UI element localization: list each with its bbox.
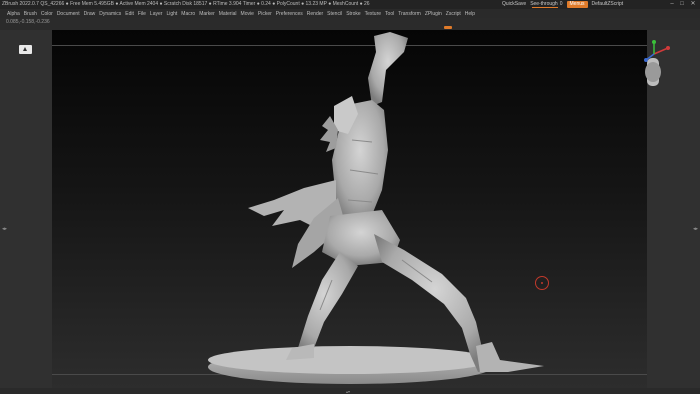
menu-preferences[interactable]: Preferences <box>276 11 303 17</box>
gizmo-x-axis <box>653 47 669 55</box>
menus-button[interactable]: Menus <box>566 1 588 8</box>
seethrough-bar <box>532 7 558 8</box>
menu-movie[interactable]: Movie <box>241 11 254 17</box>
menu-marker[interactable]: Marker <box>199 11 215 17</box>
menu-stencil[interactable]: Stencil <box>327 11 342 17</box>
bottom-tray-grip[interactable]: ▴▾ <box>346 389 350 394</box>
left-tray[interactable]: ◂▸ <box>0 30 52 394</box>
menu-brush[interactable]: Brush <box>24 11 37 17</box>
menu-file[interactable]: File <box>138 11 146 17</box>
menu-draw[interactable]: Draw <box>84 11 96 17</box>
menu-layer[interactable]: Layer <box>150 11 163 17</box>
menu-texture[interactable]: Texture <box>365 11 381 17</box>
menu-bar: Alpha Brush Color Document Draw Dynamics… <box>0 9 700 18</box>
menu-help[interactable]: Help <box>465 11 475 17</box>
menu-light[interactable]: Light <box>166 11 177 17</box>
menu-stroke[interactable]: Stroke <box>346 11 360 17</box>
right-tray-divider[interactable]: ◂▸ <box>693 226 698 232</box>
seethrough-value: 0 <box>559 1 563 7</box>
menu-picker[interactable]: Picker <box>258 11 272 17</box>
model-base-top <box>208 346 492 374</box>
model-arm <box>368 32 408 106</box>
menu-color[interactable]: Color <box>41 11 53 17</box>
doc-icon[interactable] <box>19 45 32 54</box>
default-zscript-button[interactable]: DefaultZScript <box>592 0 624 9</box>
left-tray-divider[interactable]: ◂▸ <box>2 226 7 232</box>
menu-material[interactable]: Material <box>219 11 237 17</box>
menu-edit[interactable]: Edit <box>125 11 134 17</box>
model-boot-right <box>476 342 544 372</box>
menu-alpha[interactable]: Alpha <box>7 11 20 17</box>
close-button[interactable]: ✕ <box>688 0 698 9</box>
title-bar: ZBrush 2022.0.7 QS_42266 ● Free Mem 5.49… <box>0 0 700 9</box>
menu-macro[interactable]: Macro <box>181 11 195 17</box>
title-right-controls: QuickSave See-through 0 Menus DefaultZSc… <box>502 0 623 9</box>
quicksave-button[interactable]: QuickSave <box>502 0 526 9</box>
menu-render[interactable]: Render <box>307 11 323 17</box>
menu-zscript[interactable]: Zscript <box>446 11 461 17</box>
model-leg-left <box>290 252 358 358</box>
bottom-tray[interactable]: ▴▾ <box>0 388 700 394</box>
gizmo-icon[interactable] <box>640 40 684 92</box>
top-shelf <box>0 18 700 30</box>
menu-document[interactable]: Document <box>57 11 80 17</box>
sculpt-model[interactable] <box>52 30 647 388</box>
menu-tool[interactable]: Tool <box>385 11 394 17</box>
minimize-button[interactable]: – <box>667 0 677 9</box>
cursor-coordinates: 0.085,-0.158,-0.236 <box>6 19 50 25</box>
gizmo-figure-body <box>645 62 661 82</box>
menu-zplugin[interactable]: ZPlugin <box>425 11 442 17</box>
gizmo-y-dot <box>652 40 656 44</box>
title-stats: ZBrush 2022.0.7 QS_42266 ● Free Mem 5.49… <box>2 1 370 7</box>
draw-cursor-icon <box>535 276 549 290</box>
menu-transform[interactable]: Transform <box>398 11 421 17</box>
gizmo-x-dot <box>666 46 670 50</box>
maximize-button[interactable]: □ <box>677 0 687 9</box>
menu-dynamics[interactable]: Dynamics <box>99 11 121 17</box>
shelf-marker <box>444 26 452 29</box>
